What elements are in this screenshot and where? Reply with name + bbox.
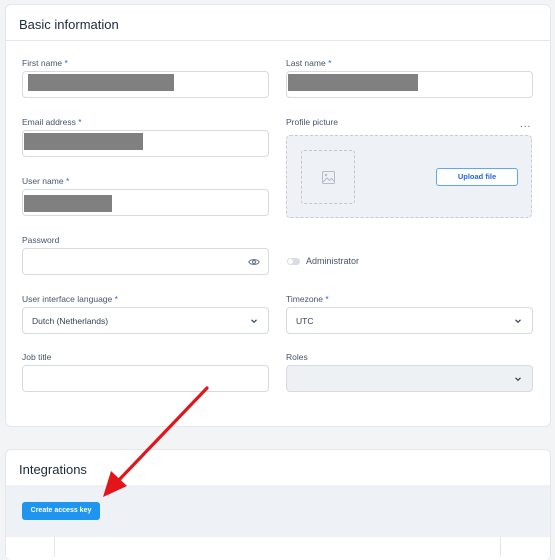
access-key-table	[6, 537, 550, 557]
email-label: Email address *	[22, 117, 82, 127]
redacted-value	[24, 195, 112, 212]
first-name-input[interactable]	[22, 71, 269, 98]
ui-language-value: Dutch (Netherlands)	[32, 316, 109, 326]
basic-information-title: Basic information	[19, 17, 119, 32]
last-name-label: Last name *	[286, 58, 332, 68]
last-name-input[interactable]	[286, 71, 533, 98]
integrations-card: Integrations Create access key	[5, 449, 551, 560]
redacted-value	[24, 133, 143, 150]
chevron-down-icon	[515, 377, 521, 382]
job-title-label: Job title	[22, 352, 52, 362]
create-access-key-button[interactable]: Create access key	[22, 502, 100, 520]
integrations-title: Integrations	[19, 462, 87, 477]
user-name-label: User name *	[22, 176, 70, 186]
ui-language-label: User interface language *	[22, 294, 118, 304]
administrator-toggle[interactable]	[287, 258, 300, 265]
first-name-label: First name *	[22, 58, 68, 68]
table-column-divider	[500, 537, 501, 557]
timezone-label: Timezone *	[286, 294, 329, 304]
user-name-input[interactable]	[22, 189, 269, 216]
administrator-label: Administrator	[306, 256, 360, 266]
profile-picture-label: Profile picture	[286, 117, 338, 127]
upload-file-button[interactable]: Upload file	[436, 168, 518, 186]
basic-title-divider	[6, 40, 550, 41]
timezone-select[interactable]: UTC	[286, 307, 533, 334]
password-input[interactable]	[22, 248, 269, 275]
roles-label: Roles	[286, 352, 308, 362]
chevron-down-icon	[515, 319, 521, 324]
ui-language-select[interactable]: Dutch (Netherlands)	[22, 307, 269, 334]
eye-icon[interactable]	[248, 257, 260, 267]
more-options-icon[interactable]: ...	[520, 119, 531, 130]
basic-information-card: Basic information First name * Last name…	[5, 4, 551, 427]
email-input[interactable]	[22, 130, 269, 157]
profile-picture-dropzone[interactable]: Upload file	[286, 135, 532, 218]
password-label: Password	[22, 235, 60, 245]
timezone-value: UTC	[296, 316, 314, 326]
roles-select[interactable]	[286, 365, 533, 392]
redacted-value	[288, 74, 418, 91]
job-title-input[interactable]	[22, 365, 269, 392]
chevron-down-icon	[251, 319, 257, 324]
redacted-value	[28, 74, 174, 91]
table-column-divider	[54, 537, 55, 557]
image-placeholder-icon	[301, 150, 355, 204]
